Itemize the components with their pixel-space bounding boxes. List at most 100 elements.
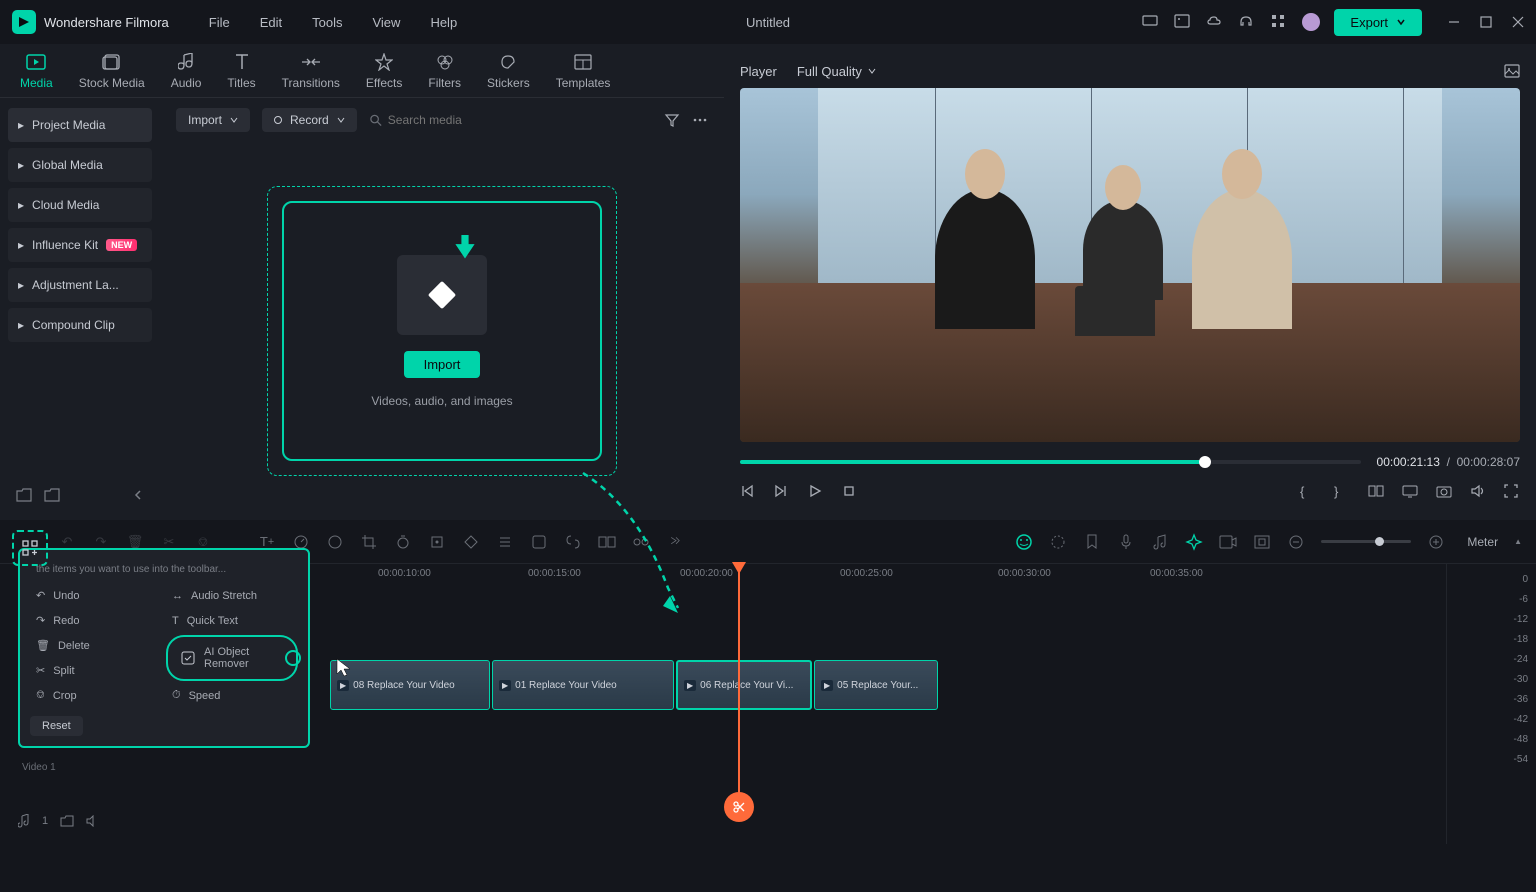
sidebar-item-compound-clip[interactable]: ▸Compound Clip bbox=[8, 308, 152, 342]
bracket-close-icon[interactable]: } bbox=[1334, 484, 1350, 500]
record-dot-icon bbox=[274, 116, 282, 124]
popup-item-undo[interactable]: ↶Undo bbox=[30, 585, 162, 606]
popup-item-crop[interactable]: ⎊Crop bbox=[30, 685, 162, 706]
popup-item-quick-text[interactable]: TQuick Text bbox=[166, 610, 298, 631]
stretch-icon: ↔ bbox=[172, 590, 183, 602]
filter-icon[interactable] bbox=[664, 112, 680, 128]
volume-button[interactable] bbox=[1470, 484, 1486, 500]
search-box[interactable] bbox=[369, 113, 652, 127]
tab-filters[interactable]: Filters bbox=[428, 52, 461, 90]
zoom-out-button[interactable] bbox=[1287, 533, 1305, 551]
timer-icon[interactable] bbox=[394, 533, 412, 551]
meter-label[interactable]: Meter bbox=[1467, 535, 1498, 549]
tab-audio[interactable]: Audio bbox=[171, 52, 202, 90]
import-dropdown[interactable]: Import bbox=[176, 108, 250, 132]
collapse-sidebar-button[interactable] bbox=[132, 489, 144, 501]
tracking-icon[interactable] bbox=[428, 533, 446, 551]
popup-item-split[interactable]: ✂Split bbox=[30, 660, 162, 681]
compare-icon[interactable] bbox=[1368, 484, 1384, 500]
fullscreen-button[interactable] bbox=[1504, 484, 1520, 500]
bracket-open-icon[interactable]: { bbox=[1300, 484, 1316, 500]
mask-icon[interactable] bbox=[530, 533, 548, 551]
customize-toolbar-button[interactable] bbox=[12, 530, 48, 566]
apps-icon[interactable] bbox=[1270, 13, 1288, 31]
playhead[interactable] bbox=[738, 564, 740, 804]
image-icon[interactable] bbox=[1504, 64, 1520, 78]
avatar[interactable] bbox=[1302, 13, 1320, 31]
media-sidebar: ▸Project Media ▸Global Media ▸Cloud Medi… bbox=[0, 98, 160, 520]
timeline-clip[interactable]: 05 Replace Your... bbox=[814, 660, 938, 710]
timeline-clip[interactable]: 01 Replace Your Video bbox=[492, 660, 674, 710]
media-icon[interactable] bbox=[1174, 13, 1192, 31]
tab-templates[interactable]: Templates bbox=[556, 52, 611, 90]
tab-titles[interactable]: Titles bbox=[227, 52, 255, 90]
sidebar-item-project-media[interactable]: ▸Project Media bbox=[8, 108, 152, 142]
split-handle[interactable] bbox=[724, 792, 754, 822]
marker-icon[interactable] bbox=[1083, 533, 1101, 551]
snapshot-button[interactable] bbox=[1436, 484, 1452, 500]
reset-button[interactable]: Reset bbox=[30, 716, 83, 736]
popup-item-delete[interactable]: 🗑Delete bbox=[30, 635, 162, 656]
menu-file[interactable]: File bbox=[209, 15, 230, 30]
color-icon[interactable] bbox=[326, 533, 344, 551]
preview-viewport[interactable] bbox=[740, 88, 1520, 442]
play-button[interactable] bbox=[808, 484, 824, 500]
audio-track-icon[interactable] bbox=[18, 814, 30, 828]
menu-edit[interactable]: Edit bbox=[260, 15, 282, 30]
zoom-slider[interactable] bbox=[1321, 540, 1411, 543]
playback-slider[interactable] bbox=[740, 460, 1361, 464]
popup-item-speed[interactable]: ⏱Speed bbox=[166, 685, 298, 706]
mic-icon[interactable] bbox=[1117, 533, 1135, 551]
screen-icon[interactable] bbox=[1142, 13, 1160, 31]
stop-button[interactable] bbox=[842, 484, 858, 500]
menu-tools[interactable]: Tools bbox=[312, 15, 342, 30]
crop-tool-icon[interactable] bbox=[360, 533, 378, 551]
sidebar-item-influence-kit[interactable]: ▸Influence KitNEW bbox=[8, 228, 152, 262]
quality-dropdown[interactable]: Full Quality bbox=[797, 64, 876, 79]
display-icon[interactable] bbox=[1402, 484, 1418, 500]
tab-media[interactable]: Media bbox=[20, 52, 53, 90]
music-icon[interactable] bbox=[1151, 533, 1169, 551]
sidebar-item-adjustment-layer[interactable]: ▸Adjustment La... bbox=[8, 268, 152, 302]
record-dropdown[interactable]: Record bbox=[262, 108, 357, 132]
next-frame-button[interactable] bbox=[774, 484, 790, 500]
menu-view[interactable]: View bbox=[372, 15, 400, 30]
new-folder-icon[interactable] bbox=[16, 488, 32, 502]
menu-help[interactable]: Help bbox=[430, 15, 457, 30]
minimize-button[interactable] bbox=[1448, 16, 1460, 28]
record-screen-icon[interactable] bbox=[1219, 533, 1237, 551]
popup-item-ai-object-remover[interactable]: AI Object Remover bbox=[166, 635, 298, 681]
sidebar-item-global-media[interactable]: ▸Global Media bbox=[8, 148, 152, 182]
import-button[interactable]: Import bbox=[404, 351, 481, 378]
preview-tab-player[interactable]: Player bbox=[740, 64, 777, 79]
sidebar-item-cloud-media[interactable]: ▸Cloud Media bbox=[8, 188, 152, 222]
tab-stock-media[interactable]: Stock Media bbox=[79, 52, 145, 90]
tab-transitions[interactable]: Transitions bbox=[282, 52, 340, 90]
expand-icon[interactable] bbox=[1253, 533, 1271, 551]
mute-icon[interactable] bbox=[86, 815, 100, 827]
close-button[interactable] bbox=[1512, 16, 1524, 28]
import-drop-zone[interactable]: Import Videos, audio, and images bbox=[160, 142, 724, 520]
maximize-button[interactable] bbox=[1480, 16, 1492, 28]
zoom-in-button[interactable] bbox=[1427, 533, 1445, 551]
folder-icon[interactable] bbox=[60, 815, 74, 827]
ai-tools-icon[interactable] bbox=[1185, 533, 1203, 551]
smile-icon[interactable] bbox=[1015, 533, 1033, 551]
headset-icon[interactable] bbox=[1238, 13, 1256, 31]
tab-stickers[interactable]: Stickers bbox=[487, 52, 530, 90]
cloud-icon[interactable] bbox=[1206, 13, 1224, 31]
adjust-icon[interactable] bbox=[496, 533, 514, 551]
timeline-clip[interactable]: 08 Replace Your Video bbox=[330, 660, 490, 710]
keyframe-icon[interactable] bbox=[462, 533, 480, 551]
scissors-icon: ✂ bbox=[36, 664, 45, 677]
timeline-clip[interactable]: 06 Replace Your Vi... bbox=[676, 660, 812, 710]
folder-icon[interactable] bbox=[44, 488, 60, 502]
export-button[interactable]: Export bbox=[1334, 9, 1422, 36]
prev-frame-button[interactable] bbox=[740, 484, 756, 500]
popup-item-redo[interactable]: ↷Redo bbox=[30, 610, 162, 631]
popup-item-audio-stretch[interactable]: ↔Audio Stretch bbox=[166, 585, 298, 606]
tab-effects[interactable]: Effects bbox=[366, 52, 402, 90]
more-icon[interactable] bbox=[692, 112, 708, 128]
render-icon[interactable] bbox=[1049, 533, 1067, 551]
search-input[interactable] bbox=[388, 113, 652, 127]
